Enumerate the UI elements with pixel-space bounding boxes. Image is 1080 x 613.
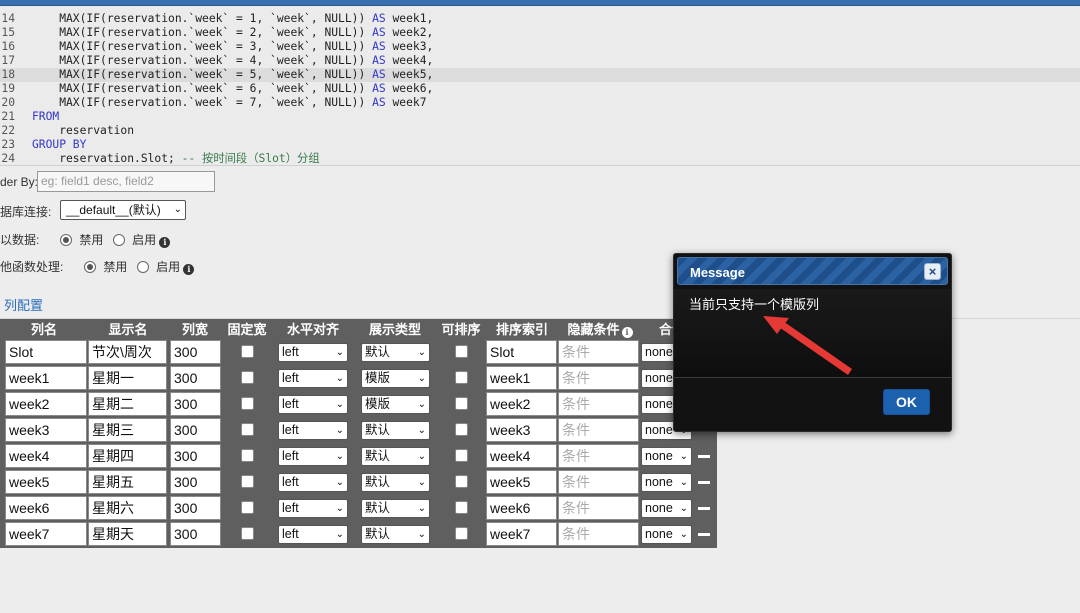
annotation-arrow-icon	[763, 316, 852, 375]
